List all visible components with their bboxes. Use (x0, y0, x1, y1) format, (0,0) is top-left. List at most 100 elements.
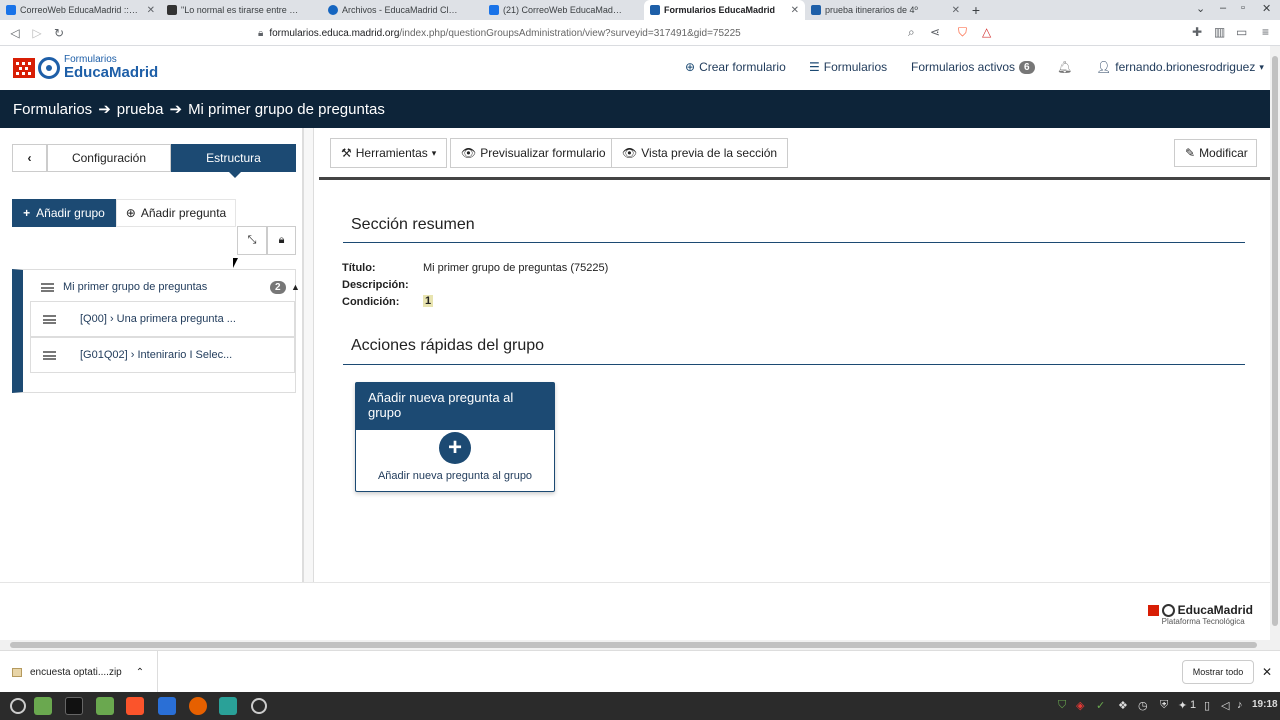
group-header[interactable]: Mi primer grupo de preguntas 2 ▲ (29, 279, 300, 295)
browser-tab[interactable]: "Lo normal es tirarse entre 10 y 20 (161, 0, 322, 20)
url-field[interactable]: 🔒︎ formularios.educa.madrid.org/index.ph… (258, 23, 998, 43)
close-window-icon[interactable]: ✕ (1262, 2, 1271, 15)
collapse-sidebar-button[interactable]: ‹ (12, 144, 47, 172)
drag-handle-icon[interactable] (43, 350, 56, 360)
chevron-left-icon: ‹ (27, 151, 32, 165)
add-group-button[interactable]: + Añadir grupo (12, 199, 116, 227)
breadcrumb-item[interactable]: Formularios (13, 101, 92, 118)
share-icon[interactable]: ⋖ (930, 25, 940, 39)
add-question-button[interactable]: ⊕ Añadir pregunta (116, 199, 236, 227)
browser-tab[interactable]: CorreoWeb EducaMadrid :: Bienve✕ (0, 0, 161, 20)
bell-icon[interactable]: 🔔︎ (1057, 60, 1072, 74)
sidebar-icon[interactable]: ▥ (1214, 25, 1225, 39)
horizontal-scroll-thumb[interactable] (10, 642, 1257, 648)
tab-configuration[interactable]: Configuración (47, 144, 171, 172)
user-icon: 👤︎ (1096, 60, 1112, 74)
dropbox-icon[interactable]: ❖ (1118, 699, 1128, 712)
close-icon[interactable]: ✕ (147, 5, 155, 16)
structure-sidebar: ‹ Configuración Estructura + Añadir grup… (0, 128, 315, 582)
add-question-card[interactable]: Añadir nueva pregunta al grupo + Añadir … (355, 382, 555, 492)
form-icon (650, 5, 660, 15)
bluetooth-icon[interactable]: ✦ (1178, 699, 1187, 712)
madrid-flag-icon (13, 57, 35, 78)
wallet-icon[interactable]: ▭ (1236, 25, 1247, 39)
modify-button[interactable]: ✎ Modificar (1174, 139, 1257, 167)
forms-link[interactable]: ☰ Formularios (809, 60, 887, 74)
clock: 19:18 (1252, 699, 1278, 710)
folder-icon[interactable] (34, 697, 52, 715)
tools-icon: ⚒ (341, 146, 352, 160)
close-icon[interactable]: ✕ (1262, 665, 1272, 679)
extensions-icon[interactable]: ✚ (1192, 25, 1202, 39)
tab-list-icon[interactable]: ⌄ (1196, 2, 1205, 15)
browser-tab[interactable]: Archivos - EducaMadrid Cloud (322, 0, 483, 20)
user-menu[interactable]: 👤︎ fernando.brionesrodriguez ▾ (1096, 60, 1264, 74)
cloud-icon (328, 5, 338, 15)
show-all-downloads-button[interactable]: Mostrar todo (1182, 660, 1254, 684)
active-forms-link[interactable]: Formularios activos 6 (911, 60, 1035, 74)
app-icon[interactable] (219, 697, 237, 715)
educamadrid-logo[interactable]: Formularios EducaMadrid (13, 55, 158, 80)
list-icon: ☰ (809, 60, 820, 74)
browser-tab-active[interactable]: Formularios EducaMadrid ✕ (644, 0, 805, 20)
music-icon[interactable]: ♪ (1237, 699, 1243, 711)
browser-tab-strip: CorreoWeb EducaMadrid :: Bienve✕ "Lo nor… (0, 0, 1280, 20)
vertical-scroll-thumb[interactable] (1272, 56, 1278, 626)
plus-icon: + (23, 206, 31, 220)
brave-rewards-icon[interactable]: △ (982, 25, 991, 39)
zoom-icon[interactable]: ⌕ (908, 25, 915, 40)
plus-circle-icon[interactable]: + (439, 432, 471, 464)
maximize-icon[interactable]: ▫ (1241, 2, 1245, 14)
tools-dropdown[interactable]: ⚒ Herramientas ▾ (330, 138, 448, 168)
tab-structure[interactable]: Estructura (171, 144, 296, 172)
drag-handle-icon[interactable] (43, 314, 56, 324)
brave-icon[interactable] (126, 697, 144, 715)
network-icon[interactable]: ◷ (1138, 699, 1148, 712)
question-item[interactable]: [Q00] › Una primera pregunta ... (30, 301, 295, 337)
sidebar-resizer[interactable] (303, 128, 314, 582)
arrow-right-icon: ➔ (169, 101, 183, 118)
eye-icon: 👁︎ (461, 146, 477, 160)
back-icon[interactable]: ◁ (4, 26, 26, 40)
timeshift-icon[interactable] (251, 698, 267, 714)
security-icon[interactable]: ⛨ (1160, 699, 1168, 712)
new-tab-button[interactable]: + (966, 0, 986, 20)
question-item[interactable]: [G01Q02] › Intenirario I Selec... (30, 337, 295, 373)
menu-icon[interactable]: ≡ (1262, 25, 1269, 39)
browser-tab[interactable]: prueba itinerarios de 4º ✕ (805, 0, 966, 20)
mint-menu-icon[interactable] (10, 698, 26, 714)
reload-icon[interactable]: ↻ (48, 26, 70, 40)
close-icon[interactable]: ✕ (952, 5, 960, 16)
footer-logo: EducaMadrid Plataforma Tecnológica (1147, 603, 1253, 626)
files-icon[interactable] (96, 697, 114, 715)
browser-tab[interactable]: (21) CorreoWeb EducaMadrid :: En (483, 0, 644, 20)
chevron-up-icon[interactable]: ⌃ (136, 667, 144, 678)
caret-up-icon[interactable]: ▲ (291, 282, 300, 292)
text-editor-icon[interactable] (158, 697, 176, 715)
breadcrumb-item[interactable]: prueba (117, 101, 164, 118)
arrow-right-icon: ➔ (98, 101, 111, 118)
shield-icon[interactable]: ⛉ (1058, 699, 1066, 712)
forward-icon[interactable]: ▷ (26, 26, 48, 40)
drag-handle-icon[interactable] (41, 282, 54, 292)
create-form-link[interactable]: ⊕ Crear formulario (685, 60, 786, 74)
lock-icon[interactable]: 🔒︎ (267, 226, 296, 255)
card-label: Añadir nueva pregunta al grupo (377, 470, 533, 482)
wheel-icon (1161, 603, 1175, 617)
madrid-flag-icon (1147, 604, 1159, 616)
update-icon[interactable]: ✓ (1096, 699, 1105, 712)
close-icon[interactable]: ✕ (791, 5, 799, 16)
os-taskbar: ⛉ ◈ ✓ ❖ ◷ ⛨ ✦ 1 ▯ ◁ ♪ 19:18 (0, 692, 1280, 720)
download-item[interactable]: encuesta optati....zip ⌃ (0, 651, 158, 693)
preview-form-button[interactable]: 👁︎ Previsualizar formulario (450, 138, 617, 168)
terminal-icon[interactable] (65, 697, 83, 715)
minimize-icon[interactable]: – (1220, 2, 1226, 14)
preview-section-button[interactable]: 👁︎ Vista previa de la sección (611, 138, 789, 168)
collapse-all-icon[interactable]: ⤡ (237, 226, 267, 255)
volume-icon[interactable]: ◁ (1221, 699, 1229, 712)
brave-shield-icon[interactable]: ⛉ (958, 25, 967, 40)
vpn-icon[interactable]: ◈ (1076, 699, 1084, 712)
clipboard-icon[interactable]: ▯ (1204, 699, 1210, 712)
firefox-icon[interactable] (189, 697, 207, 715)
form-icon (811, 5, 821, 15)
